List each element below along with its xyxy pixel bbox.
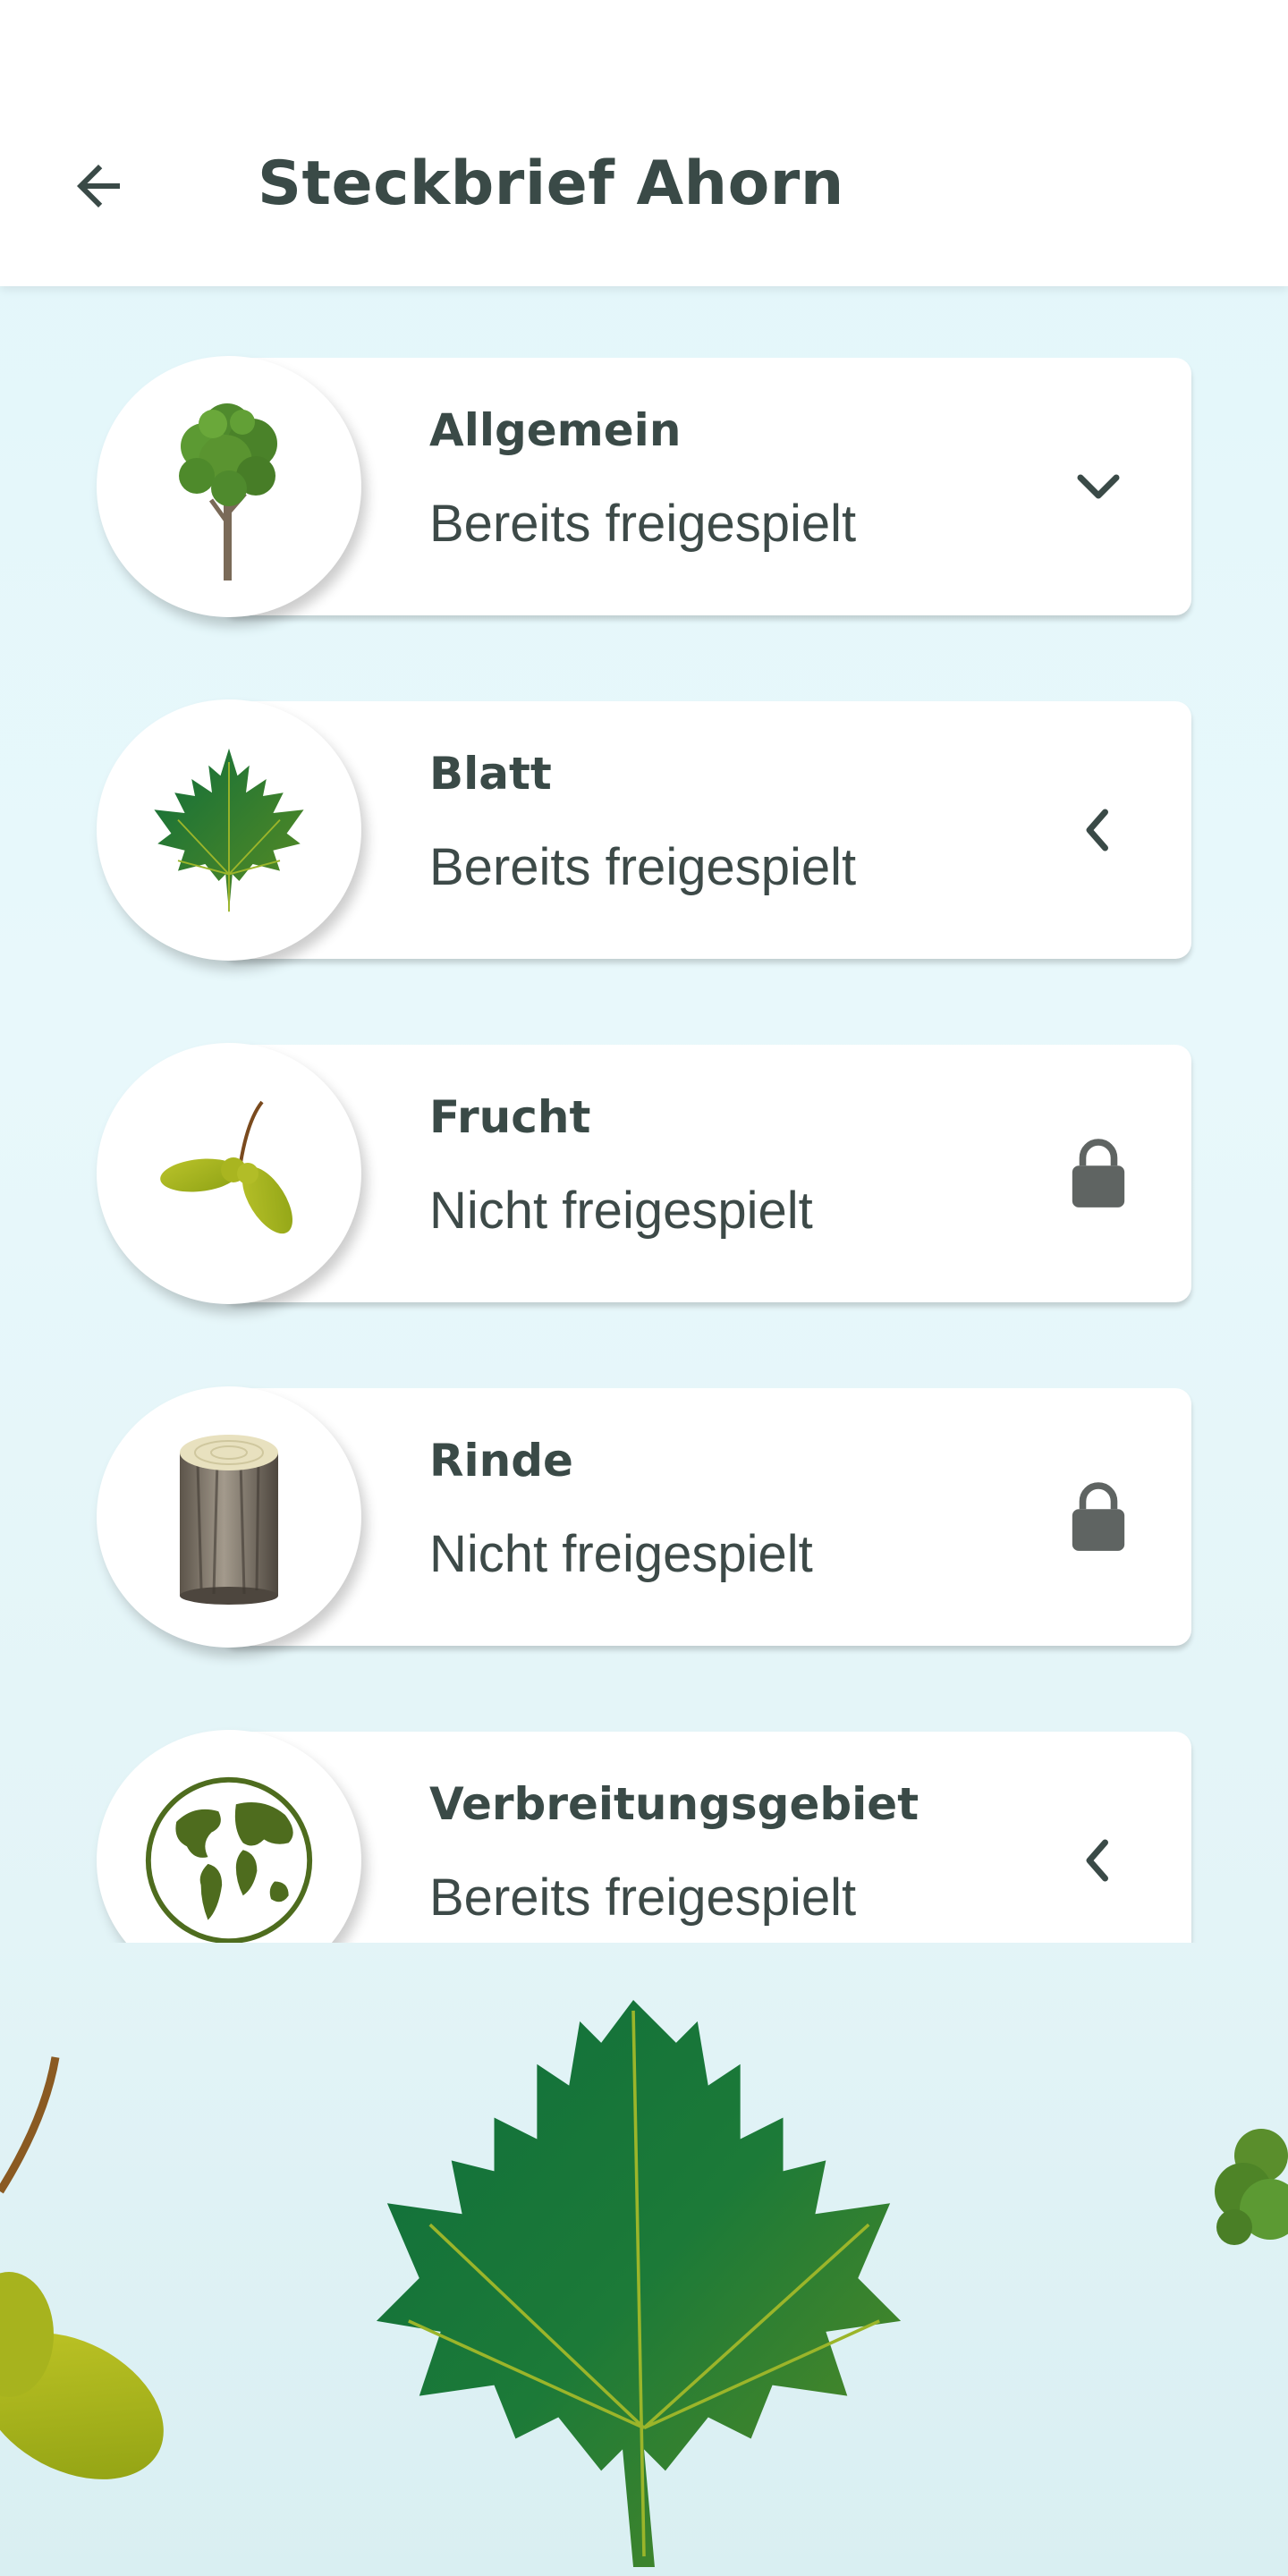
expand-button[interactable]: [1052, 1814, 1145, 1907]
tree-icon: [97, 356, 361, 617]
card-background: [222, 358, 1191, 615]
locked-indicator: [1052, 1127, 1145, 1220]
expand-button[interactable]: [1052, 784, 1145, 877]
locked-indicator: [1052, 1470, 1145, 1563]
maple-seed-icon: [97, 1043, 361, 1304]
app-bar: Steckbrief Ahorn: [0, 0, 1288, 286]
card-status: Nicht freigespielt: [429, 1182, 813, 1240]
maple-leaf-decoration: [376, 1999, 902, 2567]
card-status: Bereits freigespielt: [429, 495, 857, 553]
card-title: Frucht: [429, 1091, 591, 1143]
card-blatt[interactable]: Blatt Bereits freigespielt: [97, 699, 1191, 961]
tree-decoration: [1215, 2129, 1288, 2245]
card-frucht[interactable]: Frucht Nicht freigespielt: [97, 1043, 1191, 1304]
back-button[interactable]: [55, 143, 141, 229]
card-status: Nicht freigespielt: [429, 1525, 813, 1583]
card-status: Bereits freigespielt: [429, 838, 857, 896]
card-status: Bereits freigespielt: [429, 1868, 857, 1927]
card-rinde[interactable]: Rinde Nicht freigespielt: [97, 1386, 1191, 1648]
card-title: Allgemein: [429, 404, 682, 456]
chevron-left-icon: [1086, 809, 1108, 852]
bark-log-icon: [97, 1386, 361, 1648]
expand-button[interactable]: [1052, 440, 1145, 533]
card-background: [222, 1045, 1191, 1302]
card-verbreitungsgebiet[interactable]: Verbreitungsgebiet Bereits freigespielt: [97, 1730, 1191, 1943]
chevron-left-icon: [1086, 1839, 1108, 1882]
page-title: Steckbrief Ahorn: [258, 148, 844, 219]
maple-seed-decoration: [0, 2056, 164, 2479]
card-allgemein[interactable]: Allgemein Bereits freigespielt: [97, 356, 1191, 617]
card-background: [222, 1388, 1191, 1646]
card-background: [222, 701, 1191, 959]
category-list[interactable]: Allgemein Bereits freigespielt Blatt Ber…: [0, 286, 1288, 1943]
chevron-down-icon: [1077, 474, 1120, 499]
maple-leaf-icon: [97, 699, 361, 961]
card-title: Verbreitungsgebiet: [429, 1778, 919, 1830]
card-title: Rinde: [429, 1435, 573, 1487]
lock-icon: [1072, 1139, 1125, 1208]
lock-icon: [1072, 1482, 1125, 1551]
card-title: Blatt: [429, 748, 552, 800]
arrow-back-icon: [77, 165, 120, 208]
